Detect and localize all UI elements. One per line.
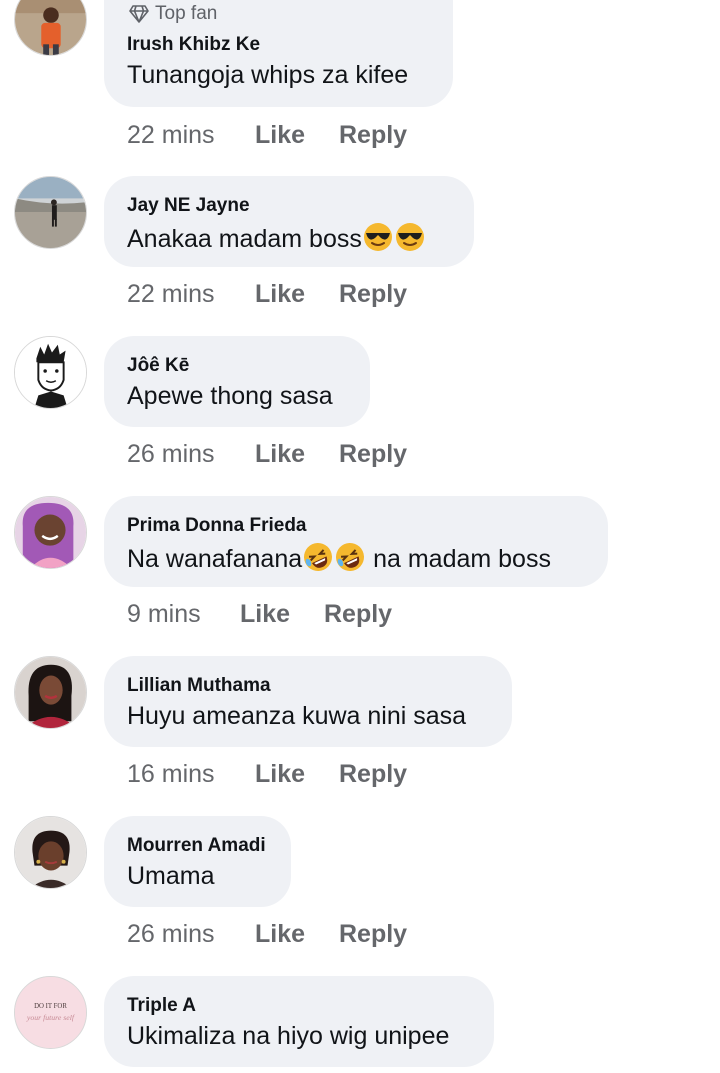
comment-author[interactable]: Prima Donna Frieda [127, 515, 307, 537]
comment-text: Huyu ameanza kuwa nini sasa [127, 702, 467, 730]
comments-feed: Top fan Irush Khibz Ke Tunangoja whips z… [0, 0, 720, 1073]
reply-button[interactable]: Reply [339, 920, 407, 949]
comment-actions: 26 mins Like Reply [127, 920, 407, 949]
avatar-text-line1: DO IT FOR [34, 1003, 67, 1010]
like-button[interactable]: Like [255, 920, 339, 949]
diamond-icon [129, 5, 149, 23]
comment-actions: 22 mins Like Reply [127, 280, 407, 309]
comment-time[interactable]: 26 mins [127, 920, 255, 949]
reply-button[interactable]: Reply [339, 440, 407, 469]
avatar[interactable] [14, 336, 87, 409]
comment-actions: 9 mins Like Reply [127, 600, 392, 629]
like-button[interactable]: Like [240, 600, 324, 629]
comment-time[interactable]: 22 mins [127, 280, 255, 309]
comment-author[interactable]: Jôê Kē [127, 355, 189, 377]
comment-bubble[interactable]: Top fan Irush Khibz Ke Tunangoja whips z… [104, 0, 453, 107]
avatar[interactable] [14, 816, 87, 889]
comment-text-end: na madam boss [366, 545, 551, 573]
avatar-photo [15, 177, 86, 248]
smiling-face-with-sunglasses-icon [363, 223, 392, 251]
comment-time[interactable]: 26 mins [127, 440, 255, 469]
top-fan-badge: Top fan [129, 3, 217, 25]
comment-text-content: Anakaa madam boss [127, 225, 362, 253]
comment-text: Anakaa madam boss [127, 222, 426, 254]
comment-author[interactable]: Triple A [127, 995, 196, 1017]
like-button[interactable]: Like [255, 280, 339, 309]
comment-bubble[interactable]: Triple A Ukimaliza na hiyo wig unipee [104, 976, 494, 1067]
avatar-photo: DO IT FOR your future self [15, 977, 86, 1048]
reply-button[interactable]: Reply [324, 600, 392, 629]
rolling-on-floor-laughing-icon [304, 543, 333, 571]
comment-text: Na wanafanana na madam boss [127, 542, 551, 574]
like-button[interactable]: Like [255, 440, 339, 469]
comment-time[interactable]: 9 mins [127, 600, 240, 629]
avatar-text-line2: your future self [26, 1013, 76, 1022]
comment-text: Apewe thong sasa [127, 382, 333, 410]
comment-bubble[interactable]: Jôê Kē Apewe thong sasa [104, 336, 370, 427]
comment-text: Tunangoja whips za kifee [127, 61, 409, 89]
comment-bubble[interactable]: Prima Donna Frieda Na wanafanana na mada… [104, 496, 608, 587]
comment-text: Umama [127, 862, 215, 890]
comment-actions: 22 mins Like Reply [127, 121, 407, 150]
comment-author[interactable]: Irush Khibz Ke [127, 34, 260, 56]
comment-text: Ukimaliza na hiyo wig unipee [127, 1022, 450, 1050]
comment-bubble[interactable]: Lillian Muthama Huyu ameanza kuwa nini s… [104, 656, 512, 747]
comment-actions: 16 mins Like Reply [127, 760, 407, 789]
comment-actions: 26 mins Like Reply [127, 440, 407, 469]
comment-author[interactable]: Mourren Amadi [127, 835, 266, 857]
reply-button[interactable]: Reply [339, 121, 407, 150]
smiling-face-with-sunglasses-icon [395, 223, 424, 251]
avatar[interactable]: DO IT FOR your future self [14, 976, 87, 1049]
avatar[interactable] [14, 496, 87, 569]
comment-text-start: Na wanafanana [127, 545, 303, 573]
avatar-photo [15, 0, 86, 55]
comment-author[interactable]: Jay NE Jayne [127, 195, 250, 217]
badge-label: Top fan [155, 3, 218, 24]
avatar-photo [15, 497, 86, 568]
rolling-on-floor-laughing-icon [336, 543, 365, 571]
comment-bubble[interactable]: Mourren Amadi Umama [104, 816, 291, 907]
avatar-photo [15, 817, 86, 888]
reply-button[interactable]: Reply [339, 760, 407, 789]
reply-button[interactable]: Reply [339, 280, 407, 309]
comment-time[interactable]: 22 mins [127, 121, 255, 150]
comment-bubble[interactable]: Jay NE Jayne Anakaa madam boss [104, 176, 474, 267]
avatar-photo [15, 657, 86, 728]
avatar[interactable] [14, 176, 87, 249]
comment-time[interactable]: 16 mins [127, 760, 255, 789]
like-button[interactable]: Like [255, 760, 339, 789]
like-button[interactable]: Like [255, 121, 339, 150]
comment-author[interactable]: Lillian Muthama [127, 675, 271, 697]
avatar[interactable] [14, 0, 87, 56]
avatar[interactable] [14, 656, 87, 729]
avatar-photo [15, 337, 86, 408]
